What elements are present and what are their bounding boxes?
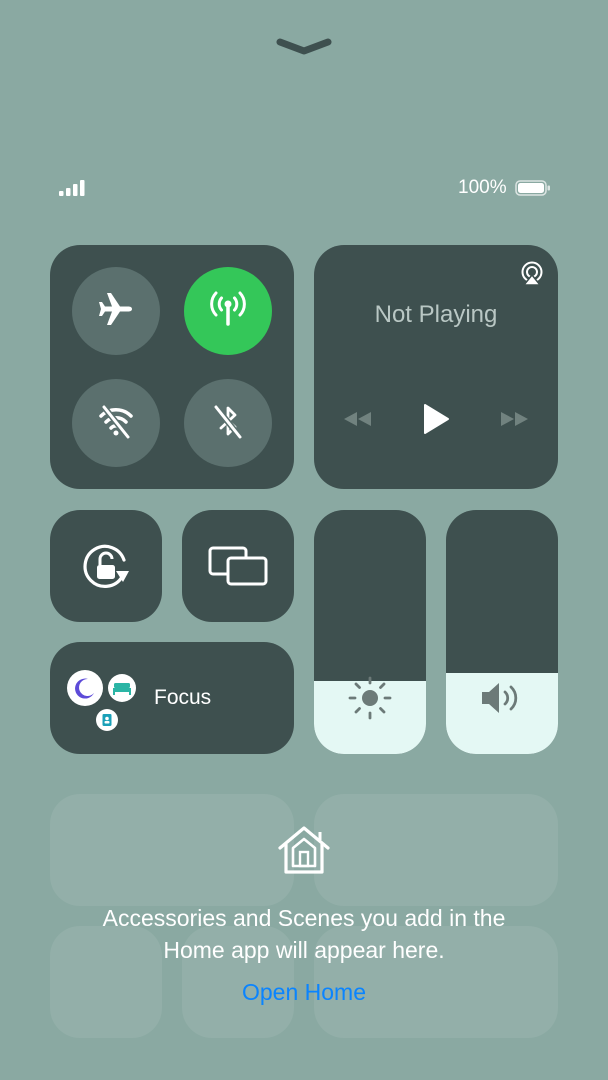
screen-mirroring-button[interactable] [182,510,294,622]
home-placeholder-tile [314,794,558,906]
bluetooth-button[interactable] [184,379,272,467]
focus-label: Focus [154,686,212,709]
sleep-bed-icon [108,674,136,702]
signal-strength-icon [59,180,87,196]
now-playing-panel[interactable]: Not Playing [314,245,558,489]
volume-slider[interactable] [446,510,558,754]
open-home-link[interactable]: Open Home [0,979,608,1006]
play-button[interactable] [422,403,450,435]
connectivity-panel [50,245,294,489]
home-empty-message-line1: Accessories and Scenes you add in the [102,905,506,931]
home-icon [276,824,332,876]
airplane-mode-button[interactable] [72,267,160,355]
brightness-slider[interactable] [314,510,426,754]
airplay-icon[interactable] [519,261,545,287]
wifi-off-icon [96,401,136,446]
brightness-sun-icon [346,674,394,722]
dismiss-chevron-icon[interactable] [276,36,332,56]
cellular-data-button[interactable] [184,267,272,355]
screen-mirroring-icon [208,544,268,588]
rewind-icon [342,409,374,429]
wifi-button[interactable] [72,379,160,467]
home-empty-message-line2: Home app will appear here. [163,937,445,963]
rotation-lock-icon [78,538,134,594]
now-playing-title: Not Playing [374,301,498,328]
cellular-antenna-icon [207,288,249,335]
battery-icon [515,180,551,196]
home-placeholder-tile [50,794,294,906]
speaker-volume-icon [478,678,526,718]
personal-focus-icon [96,709,118,731]
focus-button[interactable]: Focus [50,642,294,754]
bluetooth-off-icon [208,401,248,446]
airplane-icon [96,289,136,334]
fast-forward-icon [498,409,530,429]
moon-icon [67,670,103,706]
orientation-lock-button[interactable] [50,510,162,622]
battery-percent: 100% [458,177,507,198]
